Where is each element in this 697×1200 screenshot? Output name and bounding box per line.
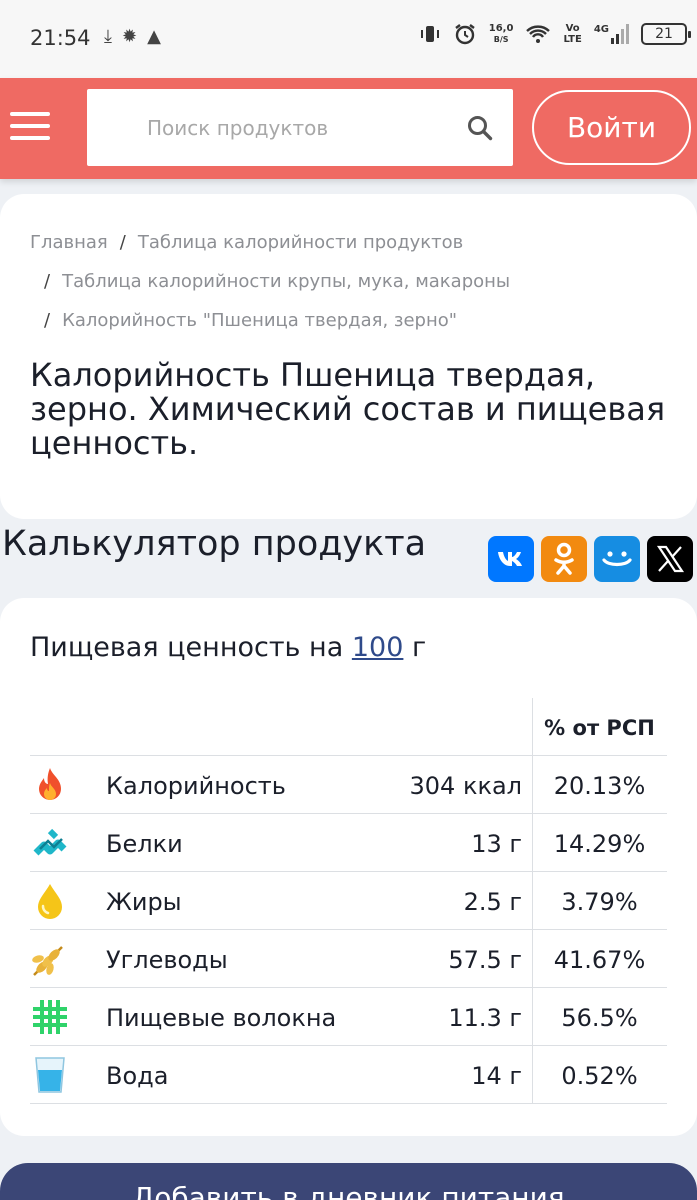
search-box (87, 89, 513, 166)
nutrient-pct: 14.29% (553, 830, 646, 858)
nutrient-name: Вода (106, 1062, 169, 1090)
net-speed: 16,0 B/S (489, 23, 514, 45)
nutrient-value: 13 г (471, 830, 522, 858)
signal-icon: 4G (594, 24, 629, 44)
share-buttons (488, 536, 693, 582)
nutrition-card: Пищевая ценность на 100 г % от РСП Калор… (0, 598, 697, 1136)
calculator-title: Калькулятор продукта (2, 524, 427, 564)
volte-top: Vo (565, 23, 580, 34)
vk-icon (498, 552, 522, 566)
table-header: % от РСП (30, 698, 667, 756)
page-title: Калорийность Пшеница твердая, зерно. Хим… (30, 356, 666, 462)
status-bar: 21:54 ⤓ ✹ ▲ 16,0 B/S Vo LTE 4G 21 (0, 0, 697, 78)
nutrient-pct: 0.52% (561, 1062, 638, 1090)
network-type: 4G (593, 24, 609, 35)
breadcrumb: Главная / Таблица калорийности продуктов /… (30, 232, 511, 331)
wifi-icon (526, 25, 551, 43)
amount-link[interactable]: 100 (352, 632, 404, 663)
breadcrumb-level2[interactable]: Таблица калорийности крупы, мука, макаро… (62, 271, 510, 292)
x-share-button[interactable] (647, 536, 693, 582)
ok-share-button[interactable] (541, 536, 587, 582)
search-input[interactable] (87, 89, 457, 166)
moimir-icon (602, 551, 632, 567)
nutrient-value: 304 ккал (409, 772, 522, 800)
nutrient-pct: 41.67% (553, 946, 646, 974)
nutrition-heading: Пищевая ценность на 100 г (30, 632, 426, 663)
amount-unit: г (412, 632, 427, 663)
nutrient-value: 14 г (471, 1062, 522, 1090)
pct-column-header: % от РСП (544, 716, 655, 740)
vk-share-button[interactable] (488, 536, 534, 582)
vibrate-icon (420, 26, 439, 42)
protein-icon (33, 828, 67, 856)
android-icon: ▲ (147, 26, 161, 47)
nutrient-value: 57.5 г (448, 946, 522, 974)
nutrition-table: % от РСП Калорийность 304 ккал 20.13% Бе… (30, 698, 667, 1104)
login-button[interactable]: Войти (532, 90, 691, 165)
fiber-icon (33, 1000, 67, 1034)
table-row: Жиры 2.5 г 3.79% (30, 872, 667, 930)
odnoklassniki-icon (554, 542, 574, 575)
breadcrumb-level1[interactable]: Таблица калорийности продуктов (138, 232, 463, 253)
volte-bottom: LTE (563, 34, 582, 45)
volte-indicator: Vo LTE (563, 23, 581, 45)
water-glass-icon (35, 1057, 65, 1093)
nutrient-pct: 3.79% (561, 888, 638, 916)
status-time: 21:54 (30, 26, 91, 50)
breadcrumb-home[interactable]: Главная (30, 232, 108, 253)
bug-icon: ✹ (121, 26, 138, 47)
menu-icon[interactable] (10, 112, 50, 144)
nutrient-name: Пищевые волокна (106, 1004, 337, 1032)
net-speed-value: 16,0 (488, 23, 514, 34)
nutrient-pct: 20.13% (553, 772, 646, 800)
site-header: Войти (0, 78, 697, 179)
table-row: Калорийность 304 ккал 20.13% (30, 756, 667, 814)
download-icon: ⤓ (104, 26, 112, 47)
net-speed-unit: B/S (493, 35, 509, 44)
nutrient-name: Углеводы (106, 946, 228, 974)
x-icon (656, 545, 685, 573)
nutrient-pct: 56.5% (561, 1004, 638, 1032)
search-icon[interactable] (467, 115, 493, 141)
battery-icon: 21 (641, 23, 691, 45)
alarm-icon (455, 24, 475, 45)
table-row: Вода 14 г 0.52% (30, 1046, 667, 1104)
nutrient-name: Белки (106, 830, 183, 858)
nutrition-heading-prefix: Пищевая ценность на (30, 632, 344, 663)
nutrient-value: 11.3 г (448, 1004, 522, 1032)
nutrient-name: Калорийность (106, 772, 286, 800)
table-row: Пищевые волокна 11.3 г 56.5% (30, 988, 667, 1046)
fat-drop-icon (38, 884, 62, 919)
title-card: Главная / Таблица калорийности продуктов /… (0, 194, 697, 519)
notification-icons: ⤓ ✹ ▲ (104, 26, 161, 47)
table-row: Углеводы 57.5 г 41.67% (30, 930, 667, 988)
nutrient-value: 2.5 г (463, 888, 522, 916)
table-row: Белки 13 г 14.29% (30, 814, 667, 872)
breadcrumb-level3[interactable]: Калорийность "Пшеница твердая, зерно" (62, 310, 457, 331)
system-icons: 16,0 B/S Vo LTE 4G 21 (419, 22, 691, 46)
nutrient-name: Жиры (106, 888, 182, 916)
wheat-icon (32, 946, 63, 976)
add-to-diary-button[interactable]: Добавить в дневник питания (0, 1163, 697, 1200)
fire-icon (39, 768, 61, 800)
moimir-share-button[interactable] (594, 536, 640, 582)
